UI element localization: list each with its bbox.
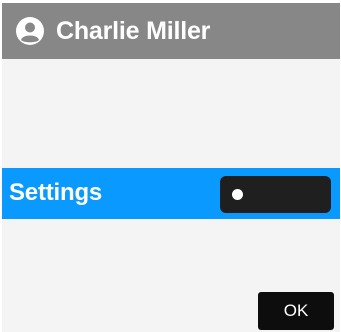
settings-label: Settings <box>9 179 103 206</box>
phone-screen: Charlie Miller Settings OK <box>2 3 340 332</box>
user-avatar-icon <box>15 16 45 46</box>
contact-name: Charlie Miller <box>56 16 211 45</box>
toggle-knob <box>232 189 243 200</box>
settings-toggle[interactable] <box>220 176 331 213</box>
ok-button[interactable]: OK <box>258 292 334 330</box>
settings-row[interactable]: Settings <box>2 168 340 219</box>
contact-header: Charlie Miller <box>2 3 340 59</box>
